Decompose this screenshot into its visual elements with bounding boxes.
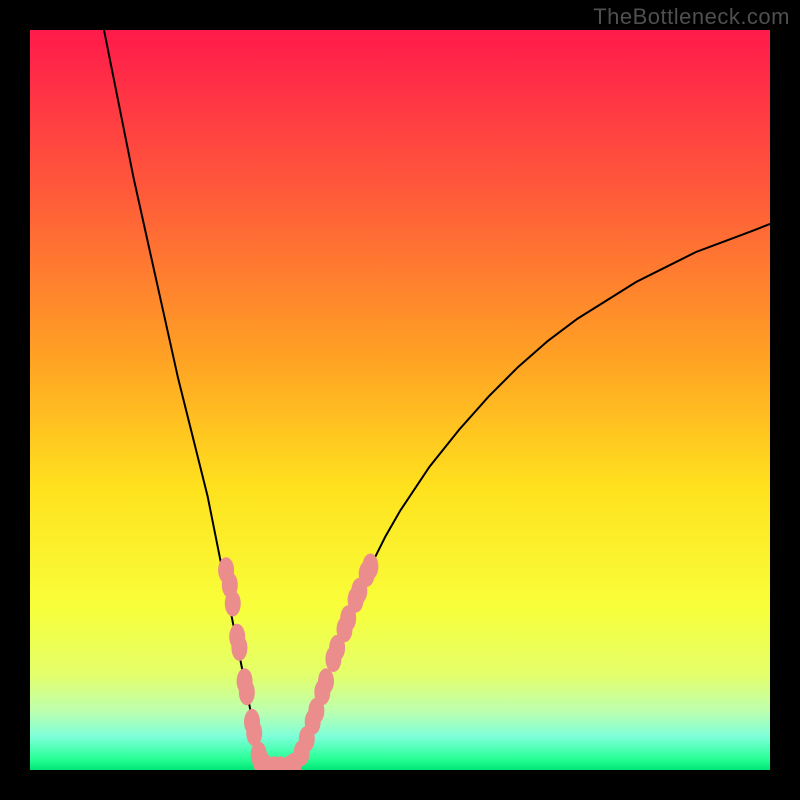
bead [239,679,255,705]
bead [225,591,241,617]
watermark-text: TheBottleneck.com [593,4,790,30]
plot-area [30,30,770,770]
chart-background [30,30,770,770]
bead [362,554,378,580]
chart-frame: TheBottleneck.com [0,0,800,800]
bead [231,635,247,661]
chart-svg [30,30,770,770]
bead [318,668,334,694]
